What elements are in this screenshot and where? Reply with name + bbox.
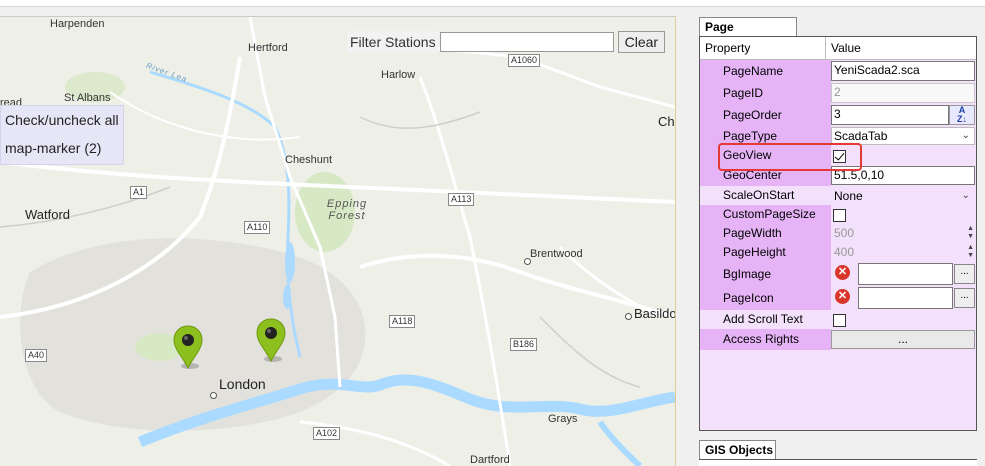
- filter-label: Filter Stations: [347, 31, 439, 53]
- row-custom-page-size: CustomPageSize: [700, 205, 976, 224]
- road-label: A40: [25, 349, 48, 362]
- spinner-icon: ▲ ▼: [967, 244, 974, 259]
- grid-header: Property Value: [700, 37, 976, 60]
- row-page-id: PageID 2: [700, 82, 976, 104]
- error-x-icon[interactable]: ✕: [835, 265, 850, 280]
- london-dot: [210, 392, 217, 399]
- place-epping-forest: Epping Forest: [326, 198, 368, 222]
- page-icon-browse-button[interactable]: ...: [954, 288, 975, 308]
- page-icon-field[interactable]: [858, 287, 953, 309]
- place-watford: Watford: [25, 207, 71, 222]
- label-page-width: PageWidth: [700, 224, 831, 243]
- bg-image-browse-button[interactable]: ...: [954, 264, 975, 284]
- label-page-order: PageOrder: [700, 104, 831, 126]
- chevron-down-icon: ⌄: [961, 130, 970, 141]
- map-marker-icon[interactable]: [171, 324, 205, 370]
- row-page-order: PageOrder 3 A Z↓: [700, 104, 976, 126]
- label-bg-image: BgImage: [700, 262, 831, 286]
- road-label: B186: [510, 338, 538, 351]
- page-order-field[interactable]: 3: [831, 105, 949, 125]
- scale-on-start-value: None: [834, 189, 863, 203]
- row-add-scroll-text: Add Scroll Text: [700, 310, 976, 329]
- place-brentwood: Brentwood: [530, 248, 583, 260]
- tab-gis-objects[interactable]: GIS Objects: [699, 440, 776, 459]
- label-page-id: PageID: [700, 82, 831, 104]
- page-height-value: 400: [834, 245, 855, 259]
- place-hertford: Hertford: [248, 42, 288, 54]
- page-type-select[interactable]: ScadaTab ⌄: [831, 127, 975, 145]
- header-property: Property: [700, 37, 826, 59]
- error-x-icon[interactable]: ✕: [835, 289, 850, 304]
- row-page-width: PageWidth 500 ▲ ▼: [700, 224, 976, 243]
- place-dartford: Dartford: [470, 454, 510, 466]
- tab-page-properties[interactable]: Page Properties: [699, 17, 797, 53]
- place-harlow: Harlow: [381, 69, 416, 81]
- label-geo-view: GeoView: [700, 146, 831, 165]
- row-bg-image: BgImage ✕ ...: [700, 262, 976, 286]
- place-cheshunt: Cheshunt: [285, 154, 333, 166]
- place-ch: Ch: [658, 114, 675, 129]
- custom-page-size-checkbox[interactable]: [833, 209, 846, 222]
- geo-center-field[interactable]: 51.5,0,10: [831, 166, 975, 185]
- page-type-value: ScadaTab: [834, 129, 888, 143]
- sort-az-icon[interactable]: A Z↓: [949, 105, 975, 125]
- add-scroll-text-checkbox[interactable]: [833, 314, 846, 327]
- label-scale-on-start: ScaleOnStart: [723, 188, 795, 202]
- place-st-albans: St Albans: [64, 92, 111, 104]
- check-all-label[interactable]: Check/uncheck all: [1, 106, 123, 134]
- row-geo-center: GeoCenter 51.5,0,10: [700, 165, 976, 186]
- brentwood-dot: [524, 258, 531, 265]
- place-basildon: Basildo: [634, 306, 676, 321]
- row-page-icon: PageIcon ✕ ...: [700, 286, 976, 310]
- map-view[interactable]: Harpenden Hertford Harlow St Albans read…: [0, 16, 676, 466]
- road-label: A110: [244, 221, 271, 234]
- label-custom-page-size: CustomPageSize: [700, 205, 831, 224]
- road-label: A102: [313, 427, 341, 440]
- scale-on-start-select[interactable]: None ⌄: [831, 187, 975, 204]
- header-value: Value: [831, 41, 861, 55]
- marker-check-panel[interactable]: Check/uncheck all map-marker (2): [0, 105, 124, 165]
- page-id-field: 2: [831, 83, 975, 103]
- spinner-icon: ▲ ▼: [967, 225, 974, 240]
- label-add-scroll-text: Add Scroll Text: [723, 312, 803, 326]
- road-label: A113: [448, 193, 475, 206]
- label-geo-center: GeoCenter: [700, 165, 831, 186]
- map-basemap: [0, 17, 675, 466]
- basildon-dot: [625, 313, 632, 320]
- geo-view-checkbox[interactable]: [833, 150, 846, 163]
- label-access-rights: Access Rights: [700, 329, 831, 350]
- clear-button[interactable]: Clear: [617, 31, 666, 53]
- bg-image-field[interactable]: [858, 263, 953, 285]
- top-strip: [0, 0, 985, 7]
- marker-count-label[interactable]: map-marker (2): [1, 134, 123, 162]
- label-page-name: PageName: [700, 60, 831, 82]
- row-page-type: PageType ScadaTab ⌄: [700, 126, 976, 146]
- access-rights-button[interactable]: ...: [831, 330, 975, 349]
- label-page-icon: PageIcon: [700, 286, 831, 310]
- page-width-value: 500: [834, 226, 855, 240]
- place-harpenden: Harpenden: [50, 18, 105, 30]
- place-london: London: [219, 376, 266, 392]
- row-scale-on-start: ScaleOnStart None ⌄: [700, 186, 976, 205]
- row-access-rights: Access Rights ...: [700, 329, 976, 350]
- place-grays: Grays: [548, 413, 578, 425]
- label-page-type: PageType: [700, 126, 831, 146]
- road-label: A118: [389, 315, 416, 328]
- chevron-down-icon: ⌄: [961, 190, 970, 201]
- filter-stations: Filter Stations Clear: [347, 31, 666, 53]
- row-page-name: PageName YeniScada2.sca: [700, 60, 976, 82]
- road-label: A1: [130, 186, 148, 199]
- row-page-height: PageHeight 400 ▲ ▼: [700, 243, 976, 262]
- row-geo-view: GeoView: [700, 146, 976, 165]
- map-marker-icon[interactable]: [254, 317, 288, 363]
- page-properties-grid: Property Value PageName YeniScada2.sca P…: [699, 36, 977, 431]
- road-label: A1060: [508, 54, 541, 67]
- page-name-field[interactable]: YeniScada2.sca: [831, 61, 975, 81]
- filter-input[interactable]: [439, 32, 614, 52]
- label-page-height: PageHeight: [700, 243, 831, 262]
